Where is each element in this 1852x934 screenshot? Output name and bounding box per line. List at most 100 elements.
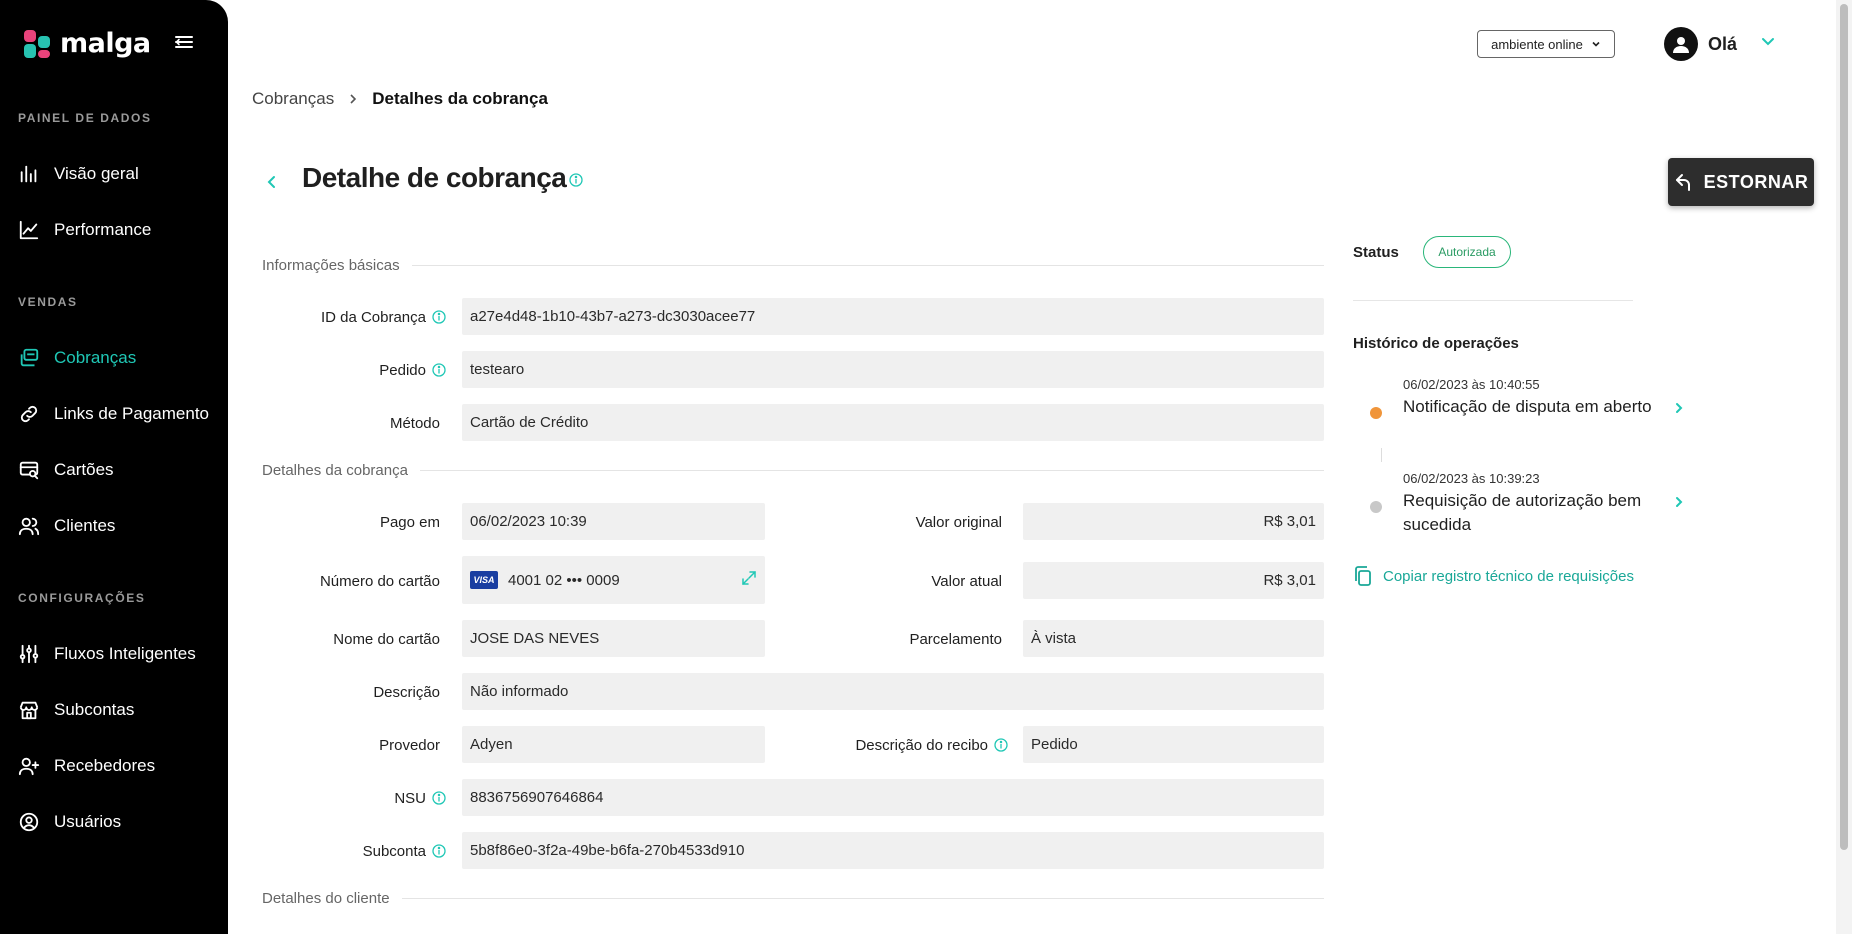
users-icon xyxy=(18,517,40,536)
status-dot-orange xyxy=(1370,407,1382,419)
installments-label: Parcelamento xyxy=(800,628,1002,650)
sidebar-section-vendas: VENDAS xyxy=(18,295,78,309)
card-number-value: 4001 02 ••• 0009 xyxy=(508,571,620,589)
info-icon[interactable] xyxy=(569,173,583,187)
card-number-label: Número do cartão xyxy=(262,570,440,592)
charge-id-label: ID da Cobrança xyxy=(262,306,446,328)
sidebar-item-recebedores[interactable]: Recebedores xyxy=(18,750,218,782)
label-text: Descrição do recibo xyxy=(855,736,988,754)
chevron-right-icon xyxy=(1676,403,1683,413)
bar-chart-icon xyxy=(20,165,37,183)
info-icon[interactable] xyxy=(432,844,446,858)
user-menu-chevron-icon[interactable] xyxy=(1760,34,1776,55)
breadcrumb-link-cobrancas[interactable]: Cobranças xyxy=(252,89,334,109)
chevron-right-icon xyxy=(1676,497,1683,507)
section-heading-details: Detalhes da cobrança xyxy=(262,462,1324,479)
refund-button[interactable]: ESTORNAR xyxy=(1668,158,1814,206)
subaccount-field[interactable]: 5b8f86e0-3f2a-49be-b6fa-270b4533d910 xyxy=(462,832,1324,869)
copy-icon xyxy=(1355,566,1371,586)
history-item[interactable]: 06/02/2023 às 10:40:55 Notificação de di… xyxy=(1370,377,1690,441)
environment-select[interactable]: ambiente online xyxy=(1477,30,1615,58)
history-connector xyxy=(1381,448,1382,462)
copy-link-label: Copiar registro técnico de requisições xyxy=(1383,567,1634,585)
user-menu[interactable]: Olá xyxy=(1664,27,1737,61)
refund-label: ESTORNAR xyxy=(1703,171,1809,192)
paid-at-field[interactable]: 06/02/2023 10:39 xyxy=(462,503,765,540)
brand-name: malga xyxy=(60,28,151,59)
brand-logo[interactable]: malga xyxy=(24,28,151,59)
link-icon xyxy=(20,405,38,423)
chevron-right-icon xyxy=(350,94,357,104)
installments-field[interactable]: À vista xyxy=(1023,620,1324,657)
original-value-field[interactable]: R$ 3,01 xyxy=(1023,503,1324,540)
copy-technical-log-link[interactable]: Copiar registro técnico de requisições xyxy=(1353,565,1634,587)
card-name-field[interactable]: JOSE DAS NEVES xyxy=(462,620,765,657)
history-title: Histórico de operações xyxy=(1353,335,1519,352)
menu-toggle-icon[interactable] xyxy=(172,30,196,54)
sliders-icon xyxy=(19,644,39,664)
divider xyxy=(1353,300,1633,301)
sidebar-item-label: Usuários xyxy=(54,812,122,831)
paid-at-label: Pago em xyxy=(262,511,440,533)
avatar xyxy=(1664,27,1698,61)
label-text: Pedido xyxy=(379,361,426,379)
nsu-field[interactable]: 8836756907646864 xyxy=(462,779,1324,816)
label-text: Provedor xyxy=(379,736,440,754)
sidebar-item-performance[interactable]: Performance xyxy=(18,214,218,246)
provider-label: Provedor xyxy=(262,734,440,756)
logo-mark-icon xyxy=(24,29,52,58)
undo-arrow-icon xyxy=(1675,174,1690,191)
history-item-date: 06/02/2023 às 10:39:23 xyxy=(1403,471,1540,486)
sidebar-item-links-pagamento[interactable]: Links de Pagamento xyxy=(18,398,218,430)
sidebar-item-clientes[interactable]: Clientes xyxy=(18,510,218,542)
sidebar-item-subcontas[interactable]: Subcontas xyxy=(18,694,218,726)
info-icon[interactable] xyxy=(432,363,446,377)
info-icon[interactable] xyxy=(994,738,1008,752)
history-item[interactable]: 06/02/2023 às 10:39:23 Requisição de aut… xyxy=(1370,471,1690,535)
sidebar-item-cartoes[interactable]: Cartões xyxy=(18,454,218,486)
card-number-field[interactable]: VISA 4001 02 ••• 0009 xyxy=(462,556,765,604)
sidebar-item-cobrancas[interactable]: Cobranças xyxy=(18,342,218,374)
external-link-icon[interactable] xyxy=(741,570,757,586)
sidebar-item-label: Cartões xyxy=(54,460,114,479)
back-button[interactable] xyxy=(262,170,282,194)
charges-icon xyxy=(20,348,39,367)
environment-value: ambiente online xyxy=(1491,36,1583,52)
status-dot-gray xyxy=(1370,501,1382,513)
label-text: ID da Cobrança xyxy=(320,308,426,326)
user-plus-icon xyxy=(18,757,40,776)
label-text: Método xyxy=(389,414,440,432)
receipt-description-field[interactable]: Pedido xyxy=(1023,726,1324,763)
receipt-description-label: Descrição do recibo xyxy=(800,734,1008,756)
nsu-label: NSU xyxy=(262,787,446,809)
section-heading-text: Detalhes do cliente xyxy=(262,890,390,907)
subaccount-label: Subconta xyxy=(262,840,446,862)
order-field[interactable]: testearo xyxy=(462,351,1324,388)
info-icon[interactable] xyxy=(432,310,446,324)
user-avatar-icon xyxy=(1673,37,1689,53)
method-field[interactable]: Cartão de Crédito xyxy=(462,404,1324,441)
sidebar-section-configuracoes: CONFIGURAÇÕES xyxy=(18,591,146,605)
section-heading-text: Detalhes da cobrança xyxy=(262,462,408,479)
charge-id-field[interactable]: a27e4d48-1b10-43b7-a273-dc3030acee77 xyxy=(462,298,1324,335)
provider-field[interactable]: Adyen xyxy=(462,726,765,763)
info-icon[interactable] xyxy=(432,791,446,805)
current-value-label: Valor atual xyxy=(800,570,1002,592)
sidebar-section-dashboard: PAINEL DE DADOS xyxy=(18,111,152,125)
description-label: Descrição xyxy=(262,681,440,703)
current-value-field[interactable]: R$ 3,01 xyxy=(1023,562,1324,599)
scrollbar-thumb[interactable] xyxy=(1840,4,1848,850)
breadcrumb-current: Detalhes da cobrança xyxy=(372,89,548,108)
sidebar-item-usuarios[interactable]: Usuários xyxy=(18,806,218,838)
chevron-left-icon xyxy=(267,176,275,188)
section-heading-customer: Detalhes do cliente xyxy=(262,890,1324,907)
history-item-text: Requisição de autorização bem sucedida xyxy=(1403,491,1642,534)
history-item-text: Notificação de disputa em aberto xyxy=(1403,397,1652,416)
sidebar-item-fluxos[interactable]: Fluxos Inteligentes xyxy=(18,638,218,670)
sidebar-item-label: Fluxos Inteligentes xyxy=(54,644,196,663)
sidebar-item-visao-geral[interactable]: Visão geral xyxy=(18,158,218,190)
sidebar-item-label: Visão geral xyxy=(54,164,139,183)
description-field[interactable]: Não informado xyxy=(462,673,1324,710)
breadcrumb: Cobranças Detalhes da cobrança xyxy=(252,89,548,109)
status-label: Status xyxy=(1353,244,1399,261)
